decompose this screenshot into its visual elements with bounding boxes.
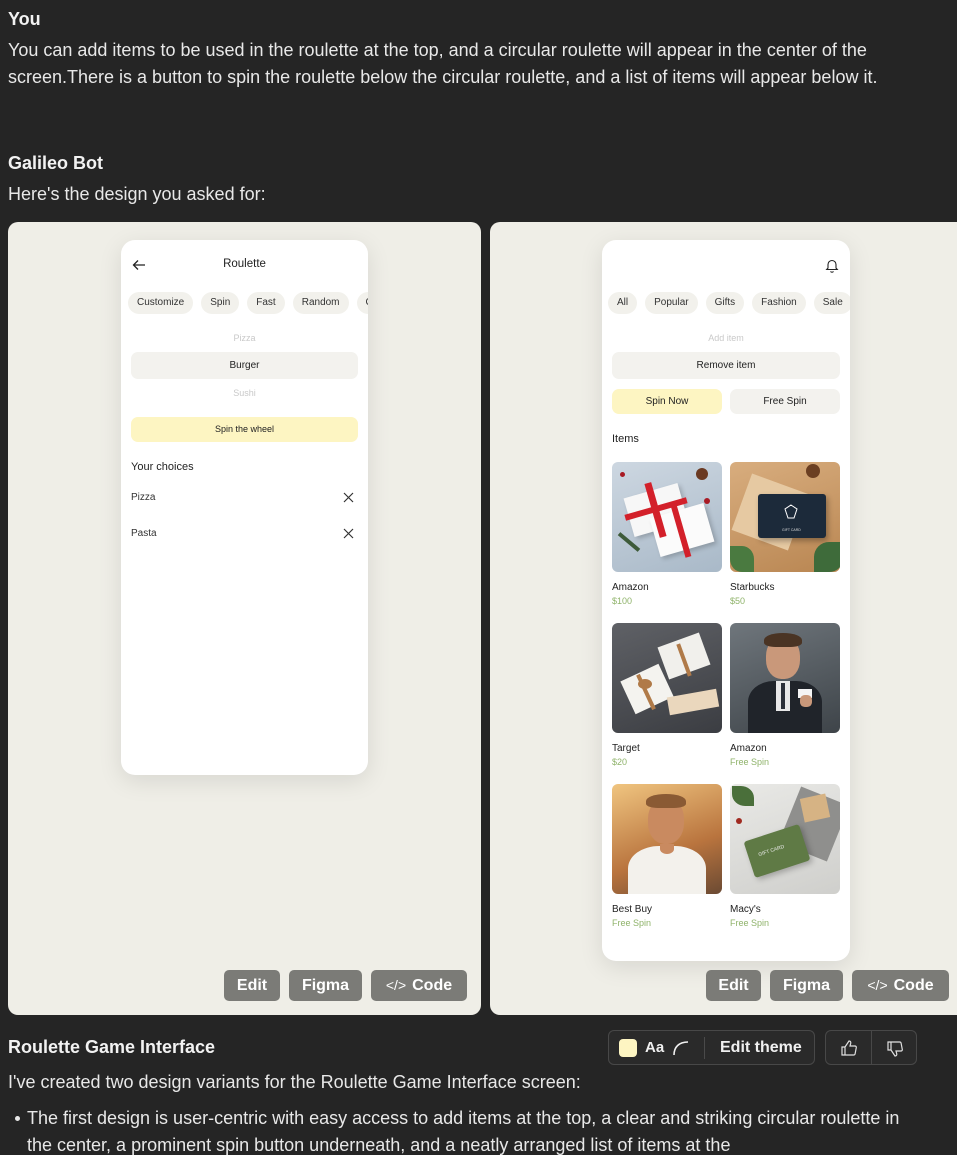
person-photo bbox=[730, 623, 840, 733]
free-spin-button[interactable]: Free Spin bbox=[730, 389, 840, 414]
chip-sale[interactable]: Sale bbox=[813, 292, 850, 314]
gift-card-image: GIFT CARD bbox=[730, 462, 840, 572]
user-message: You can add items to be used in the roul… bbox=[8, 40, 878, 87]
theme-controls: Aa Edit theme bbox=[608, 1030, 815, 1065]
items-heading: Items bbox=[612, 433, 639, 445]
chip-gifts[interactable]: Gifts bbox=[705, 292, 745, 314]
gift-box-image bbox=[612, 462, 722, 572]
item-name: Amazon bbox=[612, 582, 649, 593]
summary-text: I've created two design variants for the… bbox=[8, 1072, 581, 1092]
chip-fast[interactable]: Fast bbox=[247, 292, 285, 314]
item-card[interactable]: Amazon Free Spin bbox=[730, 623, 840, 767]
item-price: Free Spin bbox=[730, 757, 770, 767]
gift-card-image: GIFT CARD bbox=[730, 784, 840, 894]
design-preview-2: All Popular Gifts Fashion Sale Add item … bbox=[490, 222, 957, 1015]
add-item-input[interactable]: Add item bbox=[602, 333, 850, 343]
chip-spin[interactable]: Spin bbox=[201, 292, 240, 314]
design-preview-1: Roulette Customize Spin Fast Random C Pi… bbox=[8, 222, 481, 1015]
feedback-controls bbox=[825, 1030, 917, 1065]
person-photo bbox=[612, 784, 722, 894]
remove-item-button[interactable]: Remove item bbox=[612, 352, 840, 379]
bot-intro: Here's the design you asked for: bbox=[8, 184, 266, 204]
chip-fashion[interactable]: Fashion bbox=[752, 292, 806, 314]
user-name: You bbox=[8, 9, 41, 29]
category-chip-row: All Popular Gifts Fashion Sale bbox=[608, 292, 850, 314]
thumbs-up-icon[interactable] bbox=[840, 1039, 858, 1057]
edit-button[interactable]: Edit bbox=[224, 970, 280, 1001]
gift-box-image bbox=[612, 623, 722, 733]
color-swatch[interactable] bbox=[619, 1039, 637, 1057]
phone-mockup-2: All Popular Gifts Fashion Sale Add item … bbox=[602, 240, 850, 961]
close-icon[interactable] bbox=[343, 528, 354, 539]
item-price: $20 bbox=[612, 757, 628, 767]
choice-label-1: Pizza bbox=[131, 492, 156, 503]
bullet-text: The first design is user-centric with ea… bbox=[27, 1108, 900, 1155]
choice-label-2: Pasta bbox=[131, 528, 157, 539]
page-title: Roulette bbox=[223, 258, 266, 270]
bot-name: Galileo Bot bbox=[8, 153, 104, 173]
chip-random[interactable]: Random bbox=[292, 292, 349, 314]
item-price: Free Spin bbox=[612, 918, 652, 928]
corner-radius-icon[interactable] bbox=[672, 1040, 690, 1056]
item-card[interactable]: Best Buy Free Spin bbox=[612, 784, 722, 928]
item-name: Amazon bbox=[730, 743, 767, 754]
item-price: $50 bbox=[730, 596, 746, 606]
item-name: Starbucks bbox=[730, 582, 775, 593]
item-card[interactable]: GIFT CARD Starbucks $50 bbox=[730, 462, 840, 606]
bell-icon[interactable] bbox=[825, 258, 839, 273]
item-name: Target bbox=[612, 743, 640, 754]
spin-wheel-button[interactable]: Spin the wheel bbox=[131, 417, 358, 442]
close-icon[interactable] bbox=[343, 492, 354, 503]
item-card[interactable]: GIFT CARD Macy's Free Spin bbox=[730, 784, 840, 928]
edit-button[interactable]: Edit bbox=[706, 970, 761, 1001]
item-name: Macy's bbox=[730, 904, 761, 915]
thumbs-down-icon[interactable] bbox=[886, 1040, 904, 1058]
code-icon: </> bbox=[385, 977, 407, 993]
item-name: Best Buy bbox=[612, 904, 653, 915]
phone-mockup-1: Roulette Customize Spin Fast Random C Pi… bbox=[121, 240, 368, 775]
code-icon: </> bbox=[867, 977, 888, 993]
figma-button[interactable]: Figma bbox=[770, 970, 843, 1001]
picker-above[interactable]: Pizza bbox=[121, 333, 368, 343]
choices-heading: Your choices bbox=[131, 461, 194, 473]
bullet-dot bbox=[15, 1116, 20, 1121]
chip-customize[interactable]: Customize bbox=[128, 292, 194, 314]
edit-theme-button[interactable]: Edit theme bbox=[720, 1039, 802, 1057]
chip-row: Customize Spin Fast Random C bbox=[128, 292, 368, 314]
chip-popular[interactable]: Popular bbox=[645, 292, 698, 314]
item-card[interactable]: Target $20 bbox=[612, 623, 722, 767]
chip-all[interactable]: All bbox=[608, 292, 638, 314]
design-title: Roulette Game Interface bbox=[8, 1037, 216, 1057]
picker-selected[interactable]: Burger bbox=[131, 352, 358, 379]
code-button-label: Code bbox=[893, 977, 934, 994]
spin-now-button[interactable]: Spin Now bbox=[612, 389, 722, 414]
code-button[interactable]: </> Code bbox=[852, 970, 949, 1001]
chip-truncated[interactable]: C bbox=[356, 292, 368, 314]
picker-below[interactable]: Sushi bbox=[121, 388, 368, 398]
item-price: Free Spin bbox=[730, 918, 770, 928]
gift-card-text: GIFT CARD bbox=[782, 528, 801, 532]
code-button-label: Code bbox=[412, 977, 453, 994]
figma-button[interactable]: Figma bbox=[289, 970, 362, 1001]
font-sample[interactable]: Aa bbox=[645, 1039, 664, 1056]
item-card[interactable]: Amazon $100 bbox=[612, 462, 722, 606]
code-button[interactable]: </> Code bbox=[371, 970, 467, 1001]
item-price: $100 bbox=[612, 596, 633, 606]
